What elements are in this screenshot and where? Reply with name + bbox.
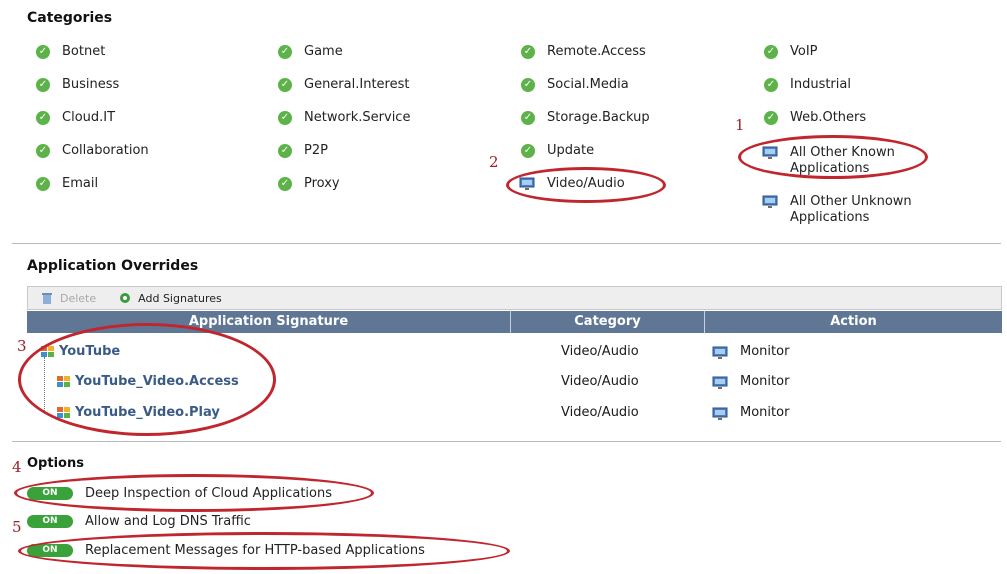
check-icon: ✓ [36, 177, 50, 191]
category-label: Social.Media [547, 77, 629, 92]
trash-icon [42, 292, 52, 304]
options-title: Options [27, 456, 84, 471]
option-allow-log-dns: ON Allow and Log DNS Traffic [27, 514, 251, 529]
annotation-number-1: 1 [735, 116, 745, 134]
annotation-number-5: 5 [12, 518, 22, 536]
category-voip[interactable]: ✓ VoIP [764, 44, 818, 60]
category-label: Industrial [790, 77, 851, 92]
check-icon: ✓ [278, 177, 292, 191]
category-botnet[interactable]: ✓ Botnet [36, 44, 105, 60]
check-icon: ✓ [521, 144, 535, 158]
action-cell[interactable]: Monitor [712, 337, 789, 367]
categories-title: Categories [27, 10, 113, 26]
check-icon: ✓ [36, 111, 50, 125]
section-divider [12, 243, 1001, 244]
add-signatures-label: Add Signatures [138, 291, 222, 305]
monitor-icon [712, 407, 728, 421]
action-label: Monitor [740, 374, 790, 389]
overrides-title: Application Overrides [27, 258, 199, 274]
check-icon: ✓ [36, 45, 50, 59]
category-collaboration[interactable]: ✓ Collaboration [36, 143, 149, 159]
option-label: Allow and Log DNS Traffic [85, 514, 251, 529]
monitor-icon [762, 195, 778, 209]
annotation-ellipse-1 [738, 135, 928, 179]
category-proxy[interactable]: ✓ Proxy [278, 176, 340, 192]
category-label: Web.Others [790, 110, 867, 125]
check-icon: ✓ [36, 144, 50, 158]
annotation-number-4: 4 [12, 458, 22, 476]
category-general-interest[interactable]: ✓ General.Interest [278, 77, 409, 93]
category-label: VoIP [790, 44, 818, 59]
category-label: Collaboration [62, 143, 149, 158]
annotation-ellipse-2 [506, 167, 666, 203]
category-storage-backup[interactable]: ✓ Storage.Backup [521, 110, 650, 126]
column-header-action[interactable]: Action [705, 311, 1002, 333]
overrides-toolbar: Delete Add Signatures [27, 286, 1002, 310]
category-label: Storage.Backup [547, 110, 650, 125]
category-label: Game [304, 44, 343, 59]
column-header-category[interactable]: Category [511, 311, 705, 333]
category-business[interactable]: ✓ Business [36, 77, 119, 93]
action-label: Monitor [740, 344, 790, 359]
annotation-ellipse-4 [14, 474, 374, 512]
action-label: Monitor [740, 405, 790, 420]
monitor-icon [712, 376, 728, 390]
category-cell: Video/Audio [561, 374, 639, 389]
category-email[interactable]: ✓ Email [36, 176, 98, 192]
application-control-panel: Categories ✓ Botnet ✓ Business ✓ Cloud.I… [0, 0, 1007, 574]
toggle-switch[interactable]: ON [27, 515, 73, 528]
delete-button[interactable]: Delete [42, 292, 96, 305]
check-icon: ✓ [521, 111, 535, 125]
section-divider [12, 441, 1001, 442]
category-label: Email [62, 176, 99, 191]
category-social-media[interactable]: ✓ Social.Media [521, 77, 629, 93]
category-label: Remote.Access [547, 44, 646, 59]
check-icon: ✓ [521, 78, 535, 92]
category-industrial[interactable]: ✓ Industrial [764, 77, 851, 93]
category-network-service[interactable]: ✓ Network.Service [278, 110, 410, 126]
category-label-line2: Applications [790, 210, 870, 225]
annotation-number-3: 3 [17, 337, 27, 355]
check-icon: ✓ [764, 45, 778, 59]
check-icon: ✓ [764, 78, 778, 92]
category-label: Proxy [304, 176, 340, 191]
category-cell: Video/Audio [561, 344, 639, 359]
category-label: Botnet [62, 44, 106, 59]
category-label: Business [62, 77, 120, 92]
add-signatures-button[interactable]: Add Signatures [120, 292, 222, 305]
category-p2p[interactable]: ✓ P2P [278, 143, 328, 159]
category-label-line1: All Other Unknown [790, 194, 912, 209]
check-icon: ✓ [521, 45, 535, 59]
check-icon: ✓ [764, 111, 778, 125]
category-label: Cloud.IT [62, 110, 116, 125]
category-label: Network.Service [304, 110, 411, 125]
category-update[interactable]: ✓ Update [521, 143, 594, 159]
category-game[interactable]: ✓ Game [278, 44, 343, 60]
annotation-ellipse-5 [18, 532, 510, 570]
annotation-number-2: 2 [489, 153, 499, 171]
category-web-others[interactable]: ✓ Web.Others [764, 110, 866, 126]
check-icon: ✓ [278, 111, 292, 125]
category-label: Update [547, 143, 595, 158]
monitor-icon [712, 346, 728, 360]
category-label: P2P [304, 143, 328, 158]
category-remote-access[interactable]: ✓ Remote.Access [521, 44, 646, 60]
annotation-ellipse-3 [18, 323, 276, 436]
category-cell: Video/Audio [561, 405, 639, 420]
add-icon [120, 293, 131, 303]
check-icon: ✓ [278, 78, 292, 92]
category-all-other-unknown[interactable]: All Other Unknown Applications [762, 194, 912, 226]
check-icon: ✓ [278, 144, 292, 158]
delete-label: Delete [60, 291, 97, 305]
check-icon: ✓ [36, 78, 50, 92]
check-icon: ✓ [278, 45, 292, 59]
action-cell[interactable]: Monitor [712, 398, 789, 428]
category-cloud-it[interactable]: ✓ Cloud.IT [36, 110, 115, 126]
category-label: General.Interest [304, 77, 410, 92]
action-cell[interactable]: Monitor [712, 367, 789, 397]
